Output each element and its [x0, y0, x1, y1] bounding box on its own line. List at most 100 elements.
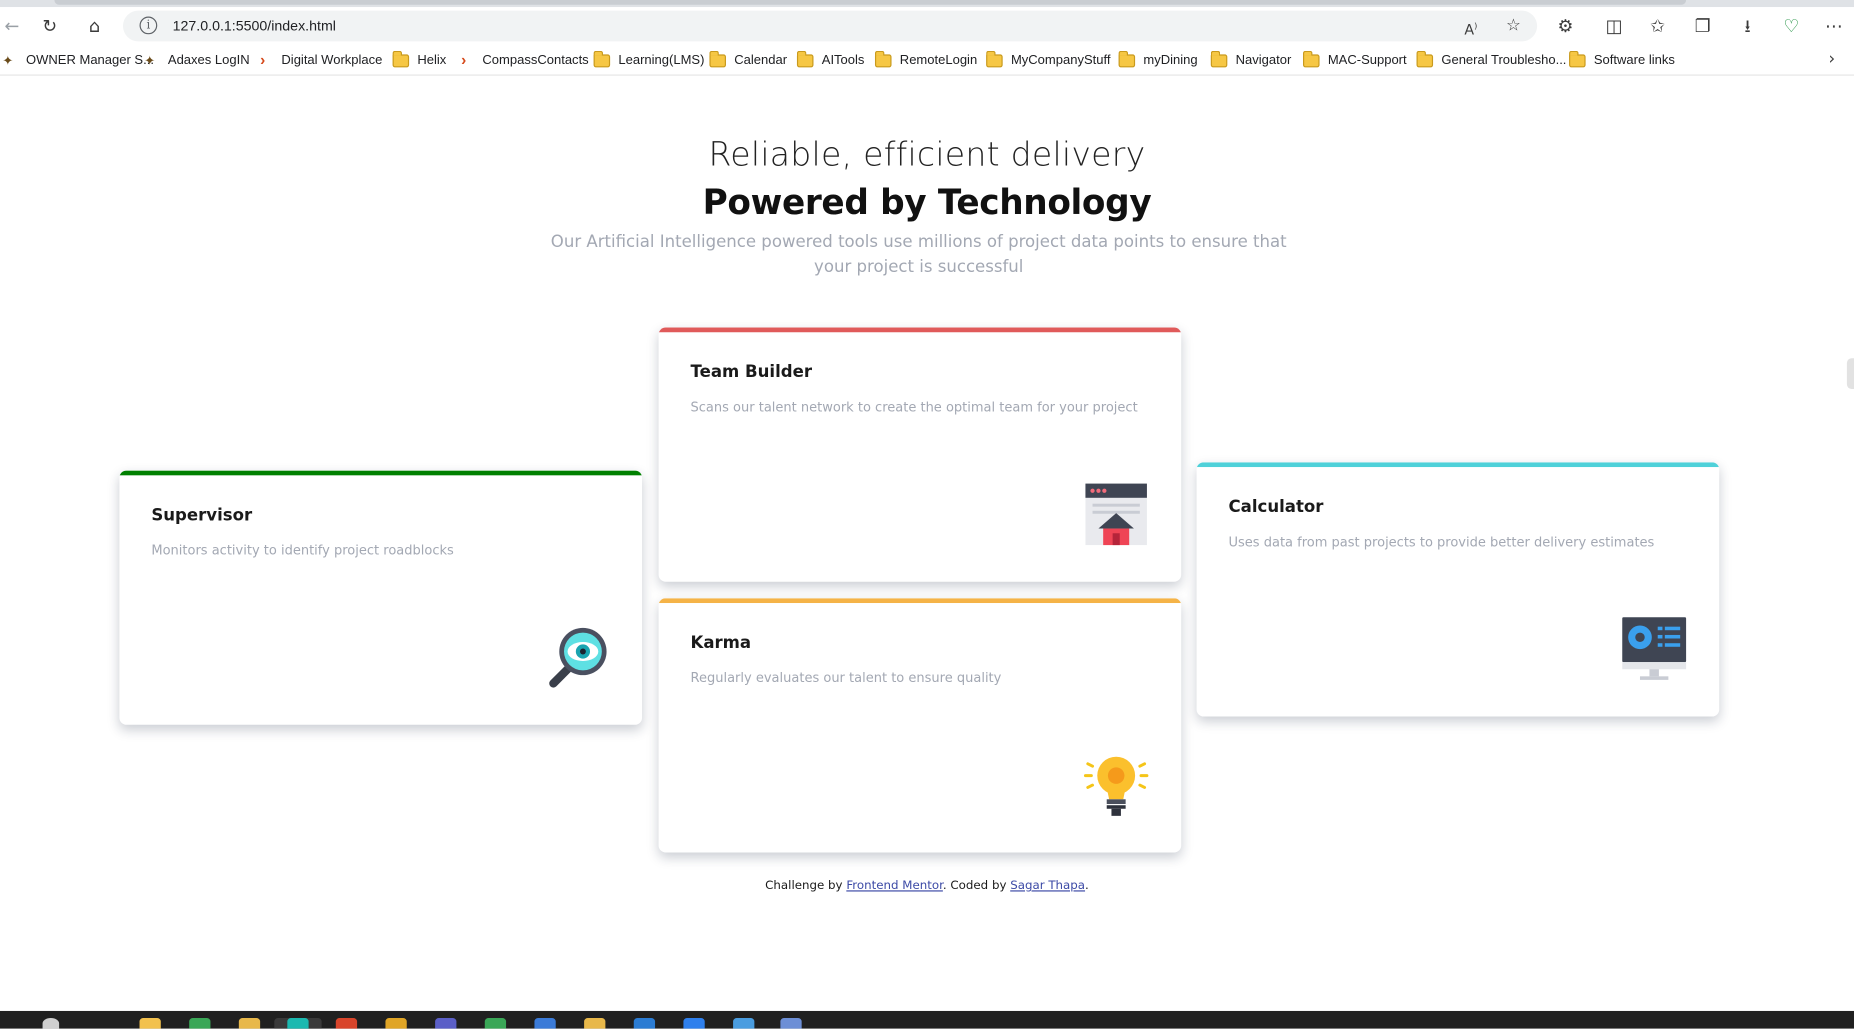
card-description: Scans our talent network to create the o…	[690, 399, 1138, 416]
edge-browser-icon[interactable]	[287, 1018, 309, 1029]
downloads-icon[interactable]: ⭳	[1736, 14, 1760, 38]
bookmark-label: Navigator	[1235, 53, 1292, 68]
browser-house-icon	[1085, 483, 1147, 546]
bookmark-label: Adaxes LogIN	[167, 53, 250, 68]
frontend-mentor-link[interactable]: Frontend Mentor	[846, 880, 943, 893]
hero-heading-bold: Powered by Technology	[702, 182, 1152, 223]
bookmark-icon: ✦	[144, 53, 156, 68]
folder-icon	[986, 50, 1003, 67]
taskbar-app-icon[interactable]	[238, 1018, 261, 1029]
bookmark-label: General Troublesho...	[1441, 53, 1567, 68]
card-description: Uses data from past projects to provide …	[1228, 534, 1655, 550]
author-link[interactable]: Sagar Thapa	[1010, 880, 1085, 893]
os-taskbar	[0, 1010, 1854, 1029]
card-title: Calculator	[1228, 497, 1324, 517]
bookmark-item[interactable]: › Digital Workplace	[260, 50, 382, 71]
card-accent-bar	[119, 470, 643, 476]
vscode-icon[interactable]	[683, 1018, 705, 1029]
card-title: Karma	[690, 633, 752, 653]
bookmark-item[interactable]: RemoteLogin	[874, 50, 978, 71]
footer-text: .	[1085, 879, 1089, 893]
url-text[interactable]: 127.0.0.1:5500/index.html	[173, 17, 336, 36]
browser-toolbar: ← ↻ ⌂ i 127.0.0.1:5500/index.html A) ☆ ⚙…	[0, 7, 1854, 45]
teams-icon[interactable]	[435, 1018, 457, 1029]
footer-text: Challenge by	[765, 879, 843, 893]
bookmark-item[interactable]: ✦ OWNER Manager S...	[2, 50, 154, 71]
bookmark-item[interactable]: Software links	[1569, 50, 1675, 71]
bookmarks-overflow-icon[interactable]: ›	[1828, 50, 1835, 69]
folder-icon	[709, 50, 726, 67]
bookmark-item[interactable]: General Troublesho...	[1416, 50, 1567, 71]
bookmark-item[interactable]: ✦ Adaxes LogIN	[144, 50, 249, 71]
home-icon[interactable]: ⌂	[83, 14, 107, 38]
monitor-chart-icon	[1622, 617, 1687, 680]
bookmark-item[interactable]: › CompassContacts	[461, 50, 589, 71]
reload-icon[interactable]: ↻	[38, 14, 62, 38]
browser-essentials-icon[interactable]: ♡	[1780, 14, 1804, 38]
favorites-icon[interactable]: ✩	[1646, 14, 1670, 38]
card-title: Supervisor	[151, 506, 253, 525]
card-karma: Karma Regularly evaluates our talent to …	[658, 598, 1182, 853]
bookmark-item[interactable]: MAC-Support	[1303, 50, 1407, 71]
folder-icon	[593, 50, 611, 67]
bookmarks-bar: ✦ OWNER Manager S... ✦ Adaxes LogIN › Digit…	[0, 44, 1854, 76]
split-screen-icon[interactable]: ◫	[1602, 14, 1626, 38]
bookmark-label: CompassContacts	[482, 53, 589, 68]
folder-icon	[1303, 50, 1320, 67]
taskbar-app-icon[interactable]	[534, 1018, 556, 1029]
bookmark-label: MyCompanyStuff	[1010, 53, 1111, 68]
extensions-icon[interactable]: ⚙	[1554, 14, 1578, 38]
address-bar[interactable]: i 127.0.0.1:5500/index.html A) ☆	[122, 10, 1538, 42]
active-tab-edge[interactable]	[54, 0, 1687, 5]
bookmark-label: Calendar	[734, 53, 788, 68]
bookmark-item[interactable]: myDining	[1118, 50, 1198, 71]
card-description: Regularly evaluates our talent to ensure…	[690, 670, 1002, 686]
footer-text: . Coded by	[942, 879, 1007, 893]
card-accent-bar	[658, 327, 1182, 333]
card-title: Team Builder	[690, 362, 813, 382]
site-info-icon[interactable]: i	[139, 16, 158, 35]
folder-icon	[1118, 50, 1136, 67]
card-accent-bar	[658, 598, 1182, 604]
tab-strip	[0, 0, 1854, 8]
bookmark-label: Helix	[417, 53, 447, 68]
taskbar-app-icon[interactable]	[780, 1018, 802, 1029]
bookmark-label: myDining	[1143, 53, 1198, 68]
card-accent-bar	[1196, 462, 1720, 468]
bookmark-item[interactable]: AITools	[796, 50, 864, 71]
collections-icon[interactable]: ❐	[1691, 14, 1715, 38]
bookmark-label: Learning(LMS)	[618, 53, 705, 68]
bookmark-label: Digital Workplace	[281, 53, 383, 68]
taskbar-app-icon[interactable]	[335, 1018, 358, 1029]
bookmark-label: OWNER Manager S...	[26, 53, 154, 68]
favorite-star-icon[interactable]: ☆	[1502, 14, 1526, 38]
card-calculator: Calculator Uses data from past projects …	[1196, 462, 1720, 717]
bookmark-item[interactable]: Learning(LMS)	[593, 50, 705, 71]
chevron-logo-icon: ›	[461, 50, 467, 69]
taskbar-app-icon[interactable]	[633, 1018, 656, 1029]
taskbar-app-icon[interactable]	[189, 1018, 211, 1029]
folder-icon	[874, 50, 892, 67]
taskbar-app-icon[interactable]	[385, 1018, 407, 1029]
taskbar-app-icon[interactable]	[484, 1018, 507, 1029]
folder-icon	[796, 50, 814, 67]
bookmark-item[interactable]: Navigator	[1210, 50, 1292, 71]
folder-icon	[1416, 50, 1434, 67]
file-explorer-icon[interactable]	[139, 1018, 161, 1029]
card-description: Monitors activity to identify project ro…	[151, 542, 454, 559]
more-menu-icon[interactable]: ⋯	[1822, 14, 1846, 38]
bookmark-item[interactable]: MyCompanyStuff	[986, 50, 1110, 71]
back-icon[interactable]: ←	[0, 14, 24, 38]
card-supervisor: Supervisor Monitors activity to identify…	[119, 470, 643, 725]
taskbar-app-icon[interactable]	[733, 1018, 755, 1029]
bookmark-label: RemoteLogin	[899, 53, 978, 68]
card-team-builder: Team Builder Scans our talent network to…	[658, 327, 1182, 582]
search-icon[interactable]	[42, 1018, 60, 1029]
bookmark-item[interactable]: Helix	[392, 50, 447, 71]
taskbar-app-icon[interactable]	[584, 1018, 606, 1029]
bookmark-item[interactable]: Calendar	[709, 50, 787, 71]
lightbulb-icon	[1083, 756, 1149, 816]
sidebar-toggle[interactable]	[1846, 358, 1854, 390]
hero-subtitle: Our Artificial Intelligence powered tool…	[550, 232, 1287, 277]
read-aloud-icon[interactable]: A)	[1459, 14, 1483, 38]
